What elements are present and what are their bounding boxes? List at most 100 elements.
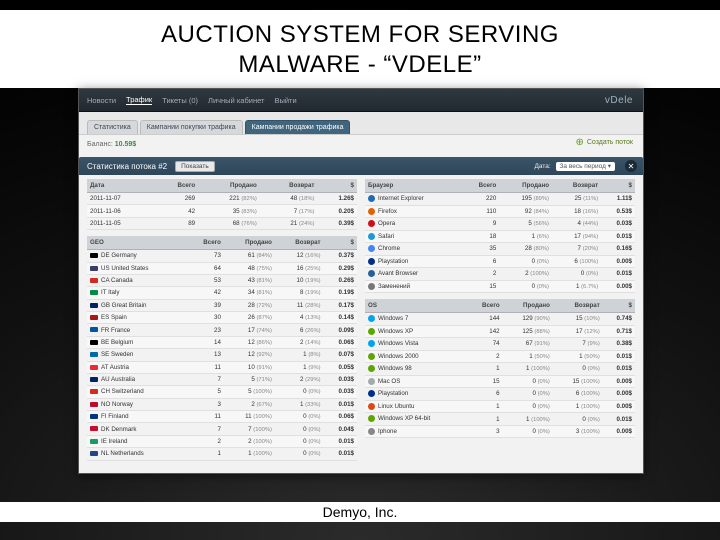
table-row: DE Germany7361 (84%)12 (16%)0.37$: [87, 250, 357, 262]
name-cell: US United States: [87, 262, 187, 274]
value-cell: 0.05$: [324, 361, 357, 373]
value-cell: 0 (0%): [275, 448, 324, 460]
value-cell: 2: [187, 435, 224, 447]
col-header: Всего: [155, 179, 199, 193]
table-row: Internet Explorer220195 (89%)25 (11%)1.1…: [365, 193, 635, 206]
flag-icon: [90, 315, 98, 320]
screenshot-panel: Новости Трафик Тикеты (0) Личный кабинет…: [78, 88, 644, 474]
value-cell: 0.01$: [603, 363, 635, 376]
value-cell: 0.01$: [324, 398, 357, 410]
table-row: DK Denmark77 (100%)0 (0%)0.04$: [87, 423, 357, 435]
name-cell: Windows 7: [365, 313, 467, 326]
flag-icon: [90, 402, 98, 407]
value-cell: 0.06$: [324, 411, 357, 423]
name-cell: Windows XP 64-bit: [365, 413, 467, 426]
table-row: FR France2317 (74%)6 (26%)0.09$: [87, 324, 357, 336]
table-row: Firefox11092 (84%)18 (16%)0.53$: [365, 205, 635, 218]
name-cell: IE Ireland: [87, 435, 187, 447]
nav-item[interactable]: Тикеты (0): [162, 96, 198, 105]
col-header: Возврат: [552, 179, 601, 193]
table-row: Windows Vista7467 (91%)7 (9%)0.38$: [365, 338, 635, 351]
flag-icon: [90, 278, 98, 283]
col-header: Всего: [467, 299, 502, 313]
nav-item[interactable]: Личный кабинет: [208, 96, 264, 105]
value-cell: 0.01$: [324, 448, 357, 460]
flag-icon: [90, 414, 98, 419]
nav-item[interactable]: Трафик: [126, 95, 152, 105]
value-cell: 195 (89%): [499, 193, 552, 206]
value-cell: 1 (100%): [503, 363, 553, 376]
table-row: SE Sweden1312 (92%)1 (8%)0.07$: [87, 349, 357, 361]
left-column: ДатаВсегоПроданоВозврат$ 2011-11-0726922…: [87, 179, 357, 461]
value-cell: 25 (11%): [552, 193, 601, 206]
flag-icon: [90, 290, 98, 295]
value-cell: 0.04$: [324, 423, 357, 435]
stats-panel-header: Статистика потока #2 Показать Дата: За в…: [79, 157, 643, 175]
value-cell: 2 (67%): [224, 398, 275, 410]
name-cell: ES Spain: [87, 312, 187, 324]
table-row: Mac OS150 (0%)15 (100%)0.00$: [365, 375, 635, 388]
value-cell: 39: [187, 299, 224, 311]
value-cell: 0.07$: [324, 349, 357, 361]
name-cell: AU Australia: [87, 373, 187, 385]
value-cell: 0 (0%): [553, 363, 603, 376]
value-cell: 0 (0%): [275, 435, 324, 447]
value-cell: 34 (81%): [224, 287, 275, 299]
value-cell: 0 (0%): [275, 386, 324, 398]
value-cell: 68 (76%): [198, 217, 260, 229]
tab-stats[interactable]: Статистика: [87, 120, 138, 134]
name-cell: Заменений: [365, 280, 462, 293]
value-cell: 0 (0%): [499, 255, 552, 268]
value-cell: 0.29$: [324, 262, 357, 274]
col-header: Браузер: [365, 179, 462, 193]
nav-item[interactable]: Выйти: [274, 96, 296, 105]
value-cell: 64: [187, 262, 224, 274]
value-cell: 92 (84%): [499, 205, 552, 218]
value-cell: 0 (0%): [503, 400, 553, 413]
col-header: Возврат: [275, 236, 324, 250]
table-row: Opera95 (56%)4 (44%)0.03$: [365, 218, 635, 231]
value-cell: 42: [187, 287, 224, 299]
value-cell: 0 (0%): [553, 413, 603, 426]
date-select[interactable]: За весь период ▾: [556, 162, 616, 171]
nav-item[interactable]: Новости: [87, 96, 116, 105]
value-cell: 0.17$: [324, 299, 357, 311]
tab-buy[interactable]: Кампании покупки трафика: [140, 120, 243, 134]
value-cell: 1 (9%): [275, 361, 324, 373]
value-cell: 26 (87%): [224, 312, 275, 324]
name-cell: Windows 2000: [365, 350, 467, 363]
value-cell: 221 (82%): [198, 193, 260, 205]
table-row: Windows 200021 (50%)1 (50%)0.01$: [365, 350, 635, 363]
value-cell: 7 (100%): [224, 423, 275, 435]
name-cell: Windows XP: [365, 325, 467, 338]
value-cell: 42: [155, 205, 199, 217]
value-cell: 0.38$: [603, 338, 635, 351]
value-cell: 220: [462, 193, 499, 206]
value-cell: 142: [467, 325, 502, 338]
value-cell: 48 (18%): [260, 193, 318, 205]
value-cell: 1 (50%): [553, 350, 603, 363]
value-cell: 0 (0%): [275, 423, 324, 435]
col-header: Возврат: [260, 179, 318, 193]
value-cell: 2: [467, 350, 502, 363]
right-column: БраузерВсегоПроданоВозврат$ Internet Exp…: [365, 179, 635, 461]
col-header: Продано: [224, 236, 275, 250]
create-stream-link[interactable]: ⊕ Создать поток: [575, 137, 633, 148]
name-cell: Mac OS: [365, 375, 467, 388]
value-cell: 1 (33%): [275, 398, 324, 410]
col-header: Продано: [198, 179, 260, 193]
tab-sell[interactable]: Кампании продажи трафика: [245, 120, 351, 134]
stats-title: Статистика потока #2: [87, 162, 167, 171]
col-header: Дата: [87, 179, 155, 193]
name-cell: Chrome: [365, 243, 462, 256]
table-row: CA Canada5343 (81%)10 (19%)0.26$: [87, 274, 357, 286]
value-cell: 7: [187, 423, 224, 435]
value-cell: 0.20$: [317, 205, 357, 217]
value-cell: 67 (91%): [503, 338, 553, 351]
value-cell: 6: [467, 388, 502, 401]
value-cell: 0.71$: [603, 325, 635, 338]
close-icon[interactable]: ✕: [625, 160, 637, 172]
show-button[interactable]: Показать: [175, 161, 215, 172]
value-cell: 0.39$: [317, 217, 357, 229]
value-cell: 0.00$: [603, 400, 635, 413]
